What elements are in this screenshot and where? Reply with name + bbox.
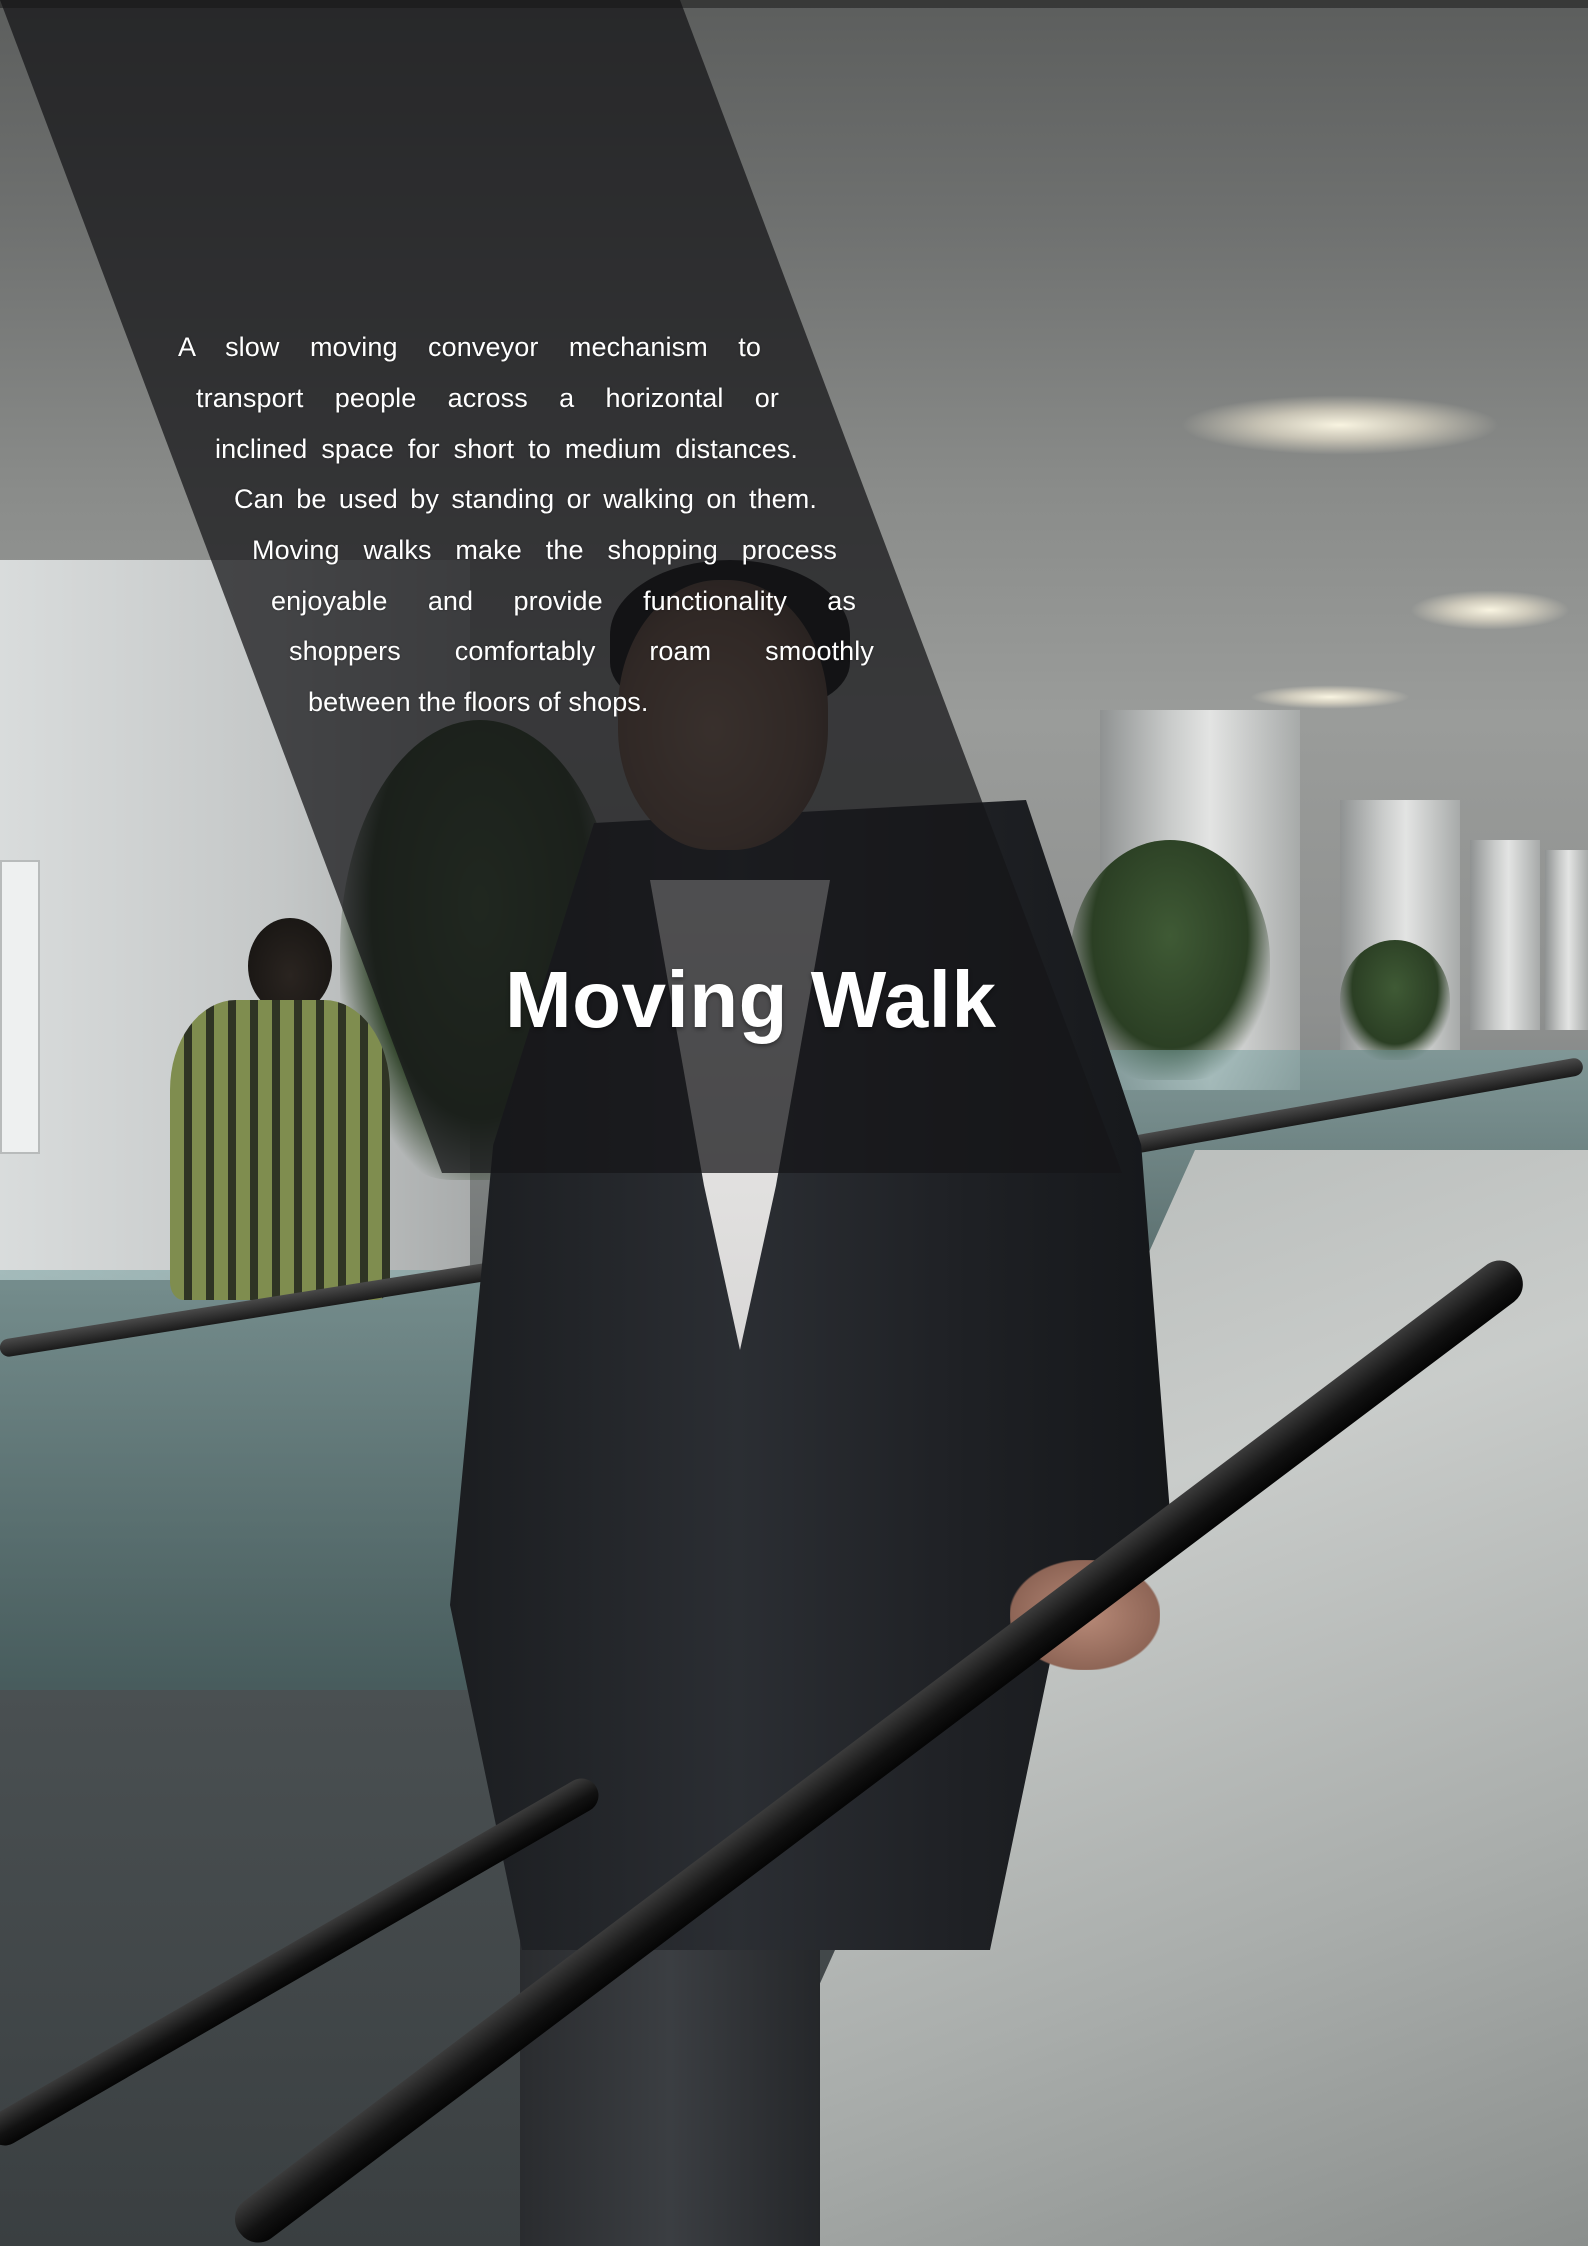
description-line-8: between the floors of shops. [308, 687, 649, 717]
ceiling-light [1410, 590, 1570, 630]
ceiling-light [1250, 685, 1410, 709]
description-line-1: A slow moving conveyor mechanism to [178, 332, 761, 362]
pillar [1545, 850, 1588, 1030]
brochure-page: A slow moving conveyor mechanism to tran… [0, 0, 1588, 2246]
description-line-2: transport people across a horizontal or [196, 383, 779, 413]
page-title: Moving Walk [505, 955, 997, 1044]
ceiling-light [1180, 395, 1500, 455]
top-edge-shadow [0, 0, 1588, 8]
pillar [1470, 840, 1540, 1030]
description-line-3: inclined space for short to medium dista… [215, 434, 798, 464]
description-line-6: enjoyable and provide functionality as [271, 586, 856, 616]
description-line-5: Moving walks make the shopping process [252, 535, 837, 565]
description-line-7: shoppers comfortably roam smoothly [289, 636, 874, 666]
potted-plant [1340, 940, 1450, 1060]
background-person [170, 1000, 390, 1300]
wall-panel [0, 860, 40, 1154]
description-line-4: Can be used by standing or walking on th… [234, 484, 817, 514]
